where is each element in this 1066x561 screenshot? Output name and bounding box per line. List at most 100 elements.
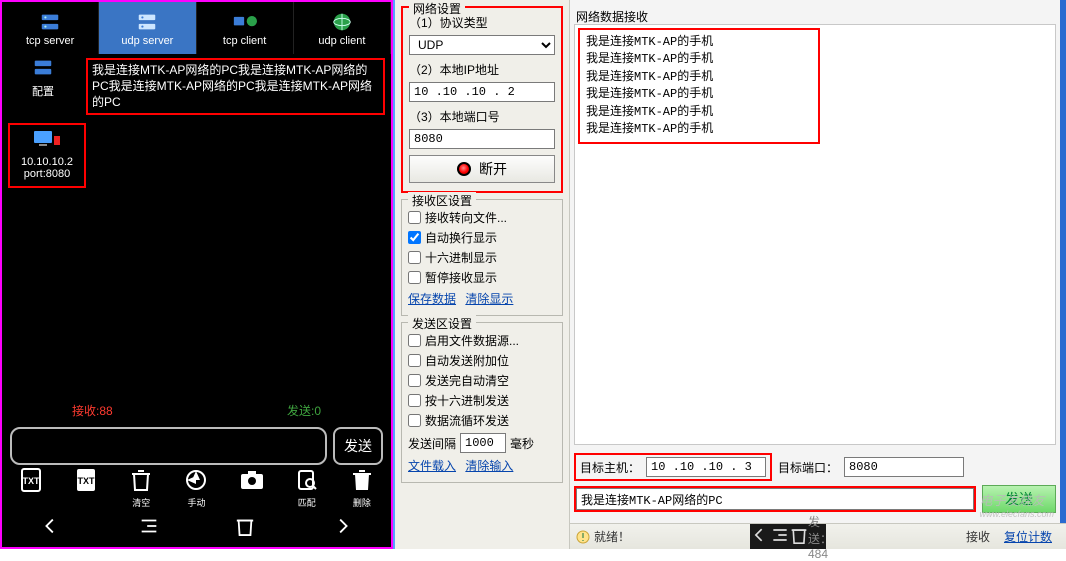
file-load-link[interactable]: 文件载入 (408, 459, 456, 473)
clear-display-link[interactable]: 清除显示 (465, 292, 513, 306)
protocol-select[interactable]: UDP (409, 35, 555, 55)
action-match[interactable]: 匹配 (288, 466, 326, 509)
record-icon (457, 162, 471, 176)
action-label: 删除 (353, 498, 371, 508)
connection-info[interactable]: 10.10.10.2 port:8080 (8, 123, 86, 188)
received-text: 我是连接MTK-AP网络的PC我是连接MTK-AP网络的PC我是连接MTK-AP… (92, 63, 372, 109)
nav-back-icon[interactable] (750, 525, 770, 548)
tab-udp-server[interactable]: udp server (99, 2, 196, 54)
chk-hex-send[interactable]: 按十六进制发送 (408, 392, 556, 409)
chk-hex-display[interactable]: 十六进制显示 (408, 249, 556, 266)
status-send: 发送：484 (808, 513, 832, 561)
tx-counter: 发送:0 (287, 402, 321, 419)
tab-label: tcp server (26, 35, 74, 47)
action-camera[interactable] (233, 466, 271, 509)
target-port-input[interactable] (844, 457, 964, 477)
chk-auto-append[interactable]: 自动发送附加位 (408, 352, 556, 369)
group-title: 接收区设置 (408, 192, 476, 209)
target-host-input[interactable] (646, 457, 766, 477)
nav-home-icon[interactable] (138, 515, 160, 542)
local-ip-label: （2）本地IP地址 (409, 61, 555, 78)
status-recv-label: 接收 (966, 528, 990, 545)
conn-port: port:8080 (12, 168, 82, 180)
recv-area-title: 网络数据接收 (576, 8, 1056, 25)
tab-tcp-client[interactable]: tcp client (197, 2, 294, 54)
target-port-label: 目标端口： (778, 459, 838, 476)
send-label: 发送 (344, 436, 372, 456)
recv-line: 我是连接MTK-AP的手机 (586, 121, 812, 138)
tab-label: tcp client (223, 35, 266, 47)
action-label: 手动 (187, 498, 205, 508)
reset-counter-link[interactable]: 复位计数 (1004, 528, 1052, 545)
action-delete[interactable]: 删除 (343, 466, 381, 509)
aperture-icon (181, 466, 211, 494)
chk-auto-wrap[interactable]: 自动换行显示 (408, 229, 556, 246)
client-globe-icon (330, 9, 354, 35)
main-column: 网络数据接收 我是连接MTK-AP的手机 我是连接MTK-AP的手机 我是连接M… (570, 0, 1066, 549)
tab-tcp-server[interactable]: tcp server (2, 2, 99, 54)
svg-text:TXT: TXT (23, 476, 41, 486)
send-text-input[interactable] (576, 488, 974, 510)
rx-counter: 接收:88 (72, 402, 113, 419)
action-label: 清空 (132, 498, 150, 508)
chk-loop-send[interactable]: 数据流循环发送 (408, 412, 556, 429)
chk-file-source[interactable]: 启用文件数据源... (408, 332, 556, 349)
action-txt-2[interactable]: TXT (67, 466, 105, 509)
local-ip-input[interactable] (409, 82, 555, 102)
send-button[interactable]: 发送 (982, 485, 1056, 513)
android-app-screen: tcp server udp server tcp client udp cli… (0, 0, 393, 549)
action-clear[interactable]: 清空 (122, 466, 160, 509)
server-icon (8, 58, 78, 81)
interval-suffix: 毫秒 (510, 435, 534, 452)
windows-app: 网络设置 （1）协议类型 UDP （2）本地IP地址 （3）本地端口号 断开 接… (393, 0, 1066, 549)
send-button[interactable]: 发送 (333, 427, 383, 465)
clear-input-link[interactable]: 清除输入 (465, 459, 513, 473)
recv-area: 网络数据接收 我是连接MTK-AP的手机 我是连接MTK-AP的手机 我是连接M… (574, 6, 1056, 445)
delete-icon (347, 466, 377, 494)
chk-recv-to-file[interactable]: 接收转向文件... (408, 209, 556, 226)
target-host-block: 目标主机： (574, 453, 772, 481)
pc-icon (12, 129, 82, 152)
android-navbar (2, 513, 391, 543)
settings-sidebar: 网络设置 （1）协议类型 UDP （2）本地IP地址 （3）本地端口号 断开 接… (395, 0, 570, 549)
nav-trash-icon[interactable] (235, 515, 255, 542)
tab-label: udp server (121, 35, 173, 47)
txt-file-icon: TXT (71, 466, 101, 494)
stats-row: 接收:88 发送:0 (2, 402, 391, 419)
network-settings-group: 网络设置 （1）协议类型 UDP （2）本地IP地址 （3）本地端口号 断开 (401, 6, 563, 193)
save-data-link[interactable]: 保存数据 (408, 292, 456, 306)
disconnect-button[interactable]: 断开 (409, 155, 555, 183)
local-port-input[interactable] (409, 129, 555, 149)
received-message-box: 我是连接MTK-AP网络的PC我是连接MTK-AP网络的PC我是连接MTK-AP… (86, 58, 385, 115)
send-label: 发送 (1005, 489, 1033, 509)
local-port-label: （3）本地端口号 (409, 108, 555, 125)
tab-label: udp client (318, 35, 365, 47)
client-icon (233, 9, 257, 35)
send-settings-group: 发送区设置 启用文件数据源... 自动发送附加位 发送完自动清空 按十六进制发送… (401, 322, 563, 483)
action-txt-1[interactable]: TXT TXT (12, 466, 50, 509)
ready-icon (576, 530, 590, 544)
txt-file-icon: TXT (16, 466, 46, 494)
nav-trash-icon[interactable] (790, 525, 808, 548)
chk-auto-clear[interactable]: 发送完自动清空 (408, 372, 556, 389)
nav-menu-icon[interactable] (770, 525, 790, 548)
interval-input[interactable] (460, 433, 506, 453)
camera-icon (237, 466, 267, 494)
recv-line: 我是连接MTK-AP的手机 (586, 69, 812, 86)
nav-recent-icon[interactable] (331, 515, 353, 542)
group-title: 发送区设置 (408, 315, 476, 332)
tab-udp-client[interactable]: udp client (294, 2, 391, 54)
server-icon (38, 9, 62, 35)
config-item[interactable]: 配置 (8, 58, 78, 115)
recv-line: 我是连接MTK-AP的手机 (586, 86, 812, 103)
recv-settings-group: 接收区设置 接收转向文件... 自动换行显示 十六进制显示 暂停接收显示 保存数… (401, 199, 563, 316)
action-manual[interactable]: 手动 (177, 466, 215, 509)
chk-pause-recv[interactable]: 暂停接收显示 (408, 269, 556, 286)
recv-line: 我是连接MTK-AP的手机 (586, 51, 812, 68)
recv-lines-box: 我是连接MTK-AP的手机 我是连接MTK-AP的手机 我是连接MTK-AP的手… (578, 28, 820, 144)
window-edge (1060, 0, 1066, 549)
mode-tabbar: tcp server udp server tcp client udp cli… (2, 2, 391, 54)
message-input[interactable] (10, 427, 327, 465)
statusbar: 就绪！ 发送：484 接收 复位计数 (570, 523, 1066, 549)
nav-back-icon[interactable] (40, 515, 62, 542)
